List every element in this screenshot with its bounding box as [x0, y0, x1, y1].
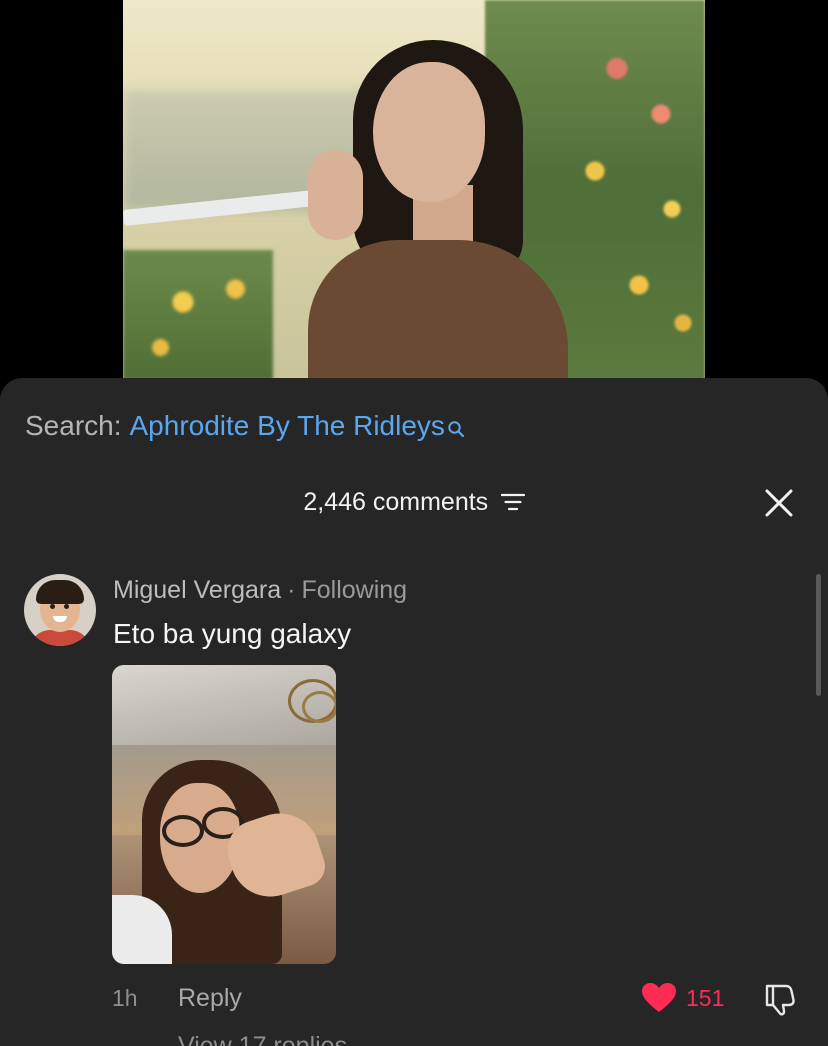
avatar-shirt	[30, 630, 90, 646]
avatar-eye-left	[50, 604, 55, 609]
close-icon[interactable]	[764, 488, 794, 518]
reply-button[interactable]: Reply	[178, 980, 242, 1016]
avatar[interactable]	[24, 574, 96, 646]
video-subject-face	[373, 62, 485, 202]
meta-separator: ·	[287, 576, 296, 604]
comment-time: 1h	[112, 985, 138, 1011]
video-foreground-flowers	[123, 250, 273, 380]
comment-author[interactable]: Miguel Vergara	[113, 576, 281, 604]
letterbox-left	[0, 0, 123, 380]
comment-text: Eto ba yung galaxy	[113, 618, 352, 649]
like-count: 151	[686, 985, 725, 1011]
avatar-eye-right	[64, 604, 69, 609]
heart-icon	[641, 982, 677, 1019]
comments-count: 2,446 comments	[303, 488, 489, 516]
letterbox-right	[705, 0, 828, 380]
photo-chandelier-ring	[302, 691, 336, 723]
app-root: Search: Aphrodite By The Ridleys 2,446 co…	[0, 0, 828, 1046]
comments-sheet: Search: Aphrodite By The Ridleys 2,446 co…	[0, 378, 828, 1046]
dislike-icon[interactable]	[762, 981, 798, 1017]
comment-photo[interactable]	[112, 665, 336, 964]
photo-glasses-left	[162, 815, 204, 847]
following-label: Following	[301, 576, 408, 604]
scrollbar[interactable]	[816, 574, 821, 696]
video-subject-hand	[308, 150, 363, 240]
view-replies-link[interactable]: View 17 replies	[178, 1028, 347, 1046]
sort-icon[interactable]	[500, 493, 525, 518]
search-suggestion[interactable]: Search: Aphrodite By The Ridleys	[25, 406, 465, 449]
video-frame[interactable]	[123, 0, 705, 380]
comment-meta: Miguel Vergara · Following	[113, 572, 407, 608]
search-query-link[interactable]: Aphrodite By The Ridleys	[130, 410, 445, 441]
search-icon	[447, 409, 465, 449]
comments-header: 2,446 comments	[0, 482, 828, 522]
search-prefix: Search:	[25, 410, 122, 441]
avatar-hair	[36, 580, 84, 604]
